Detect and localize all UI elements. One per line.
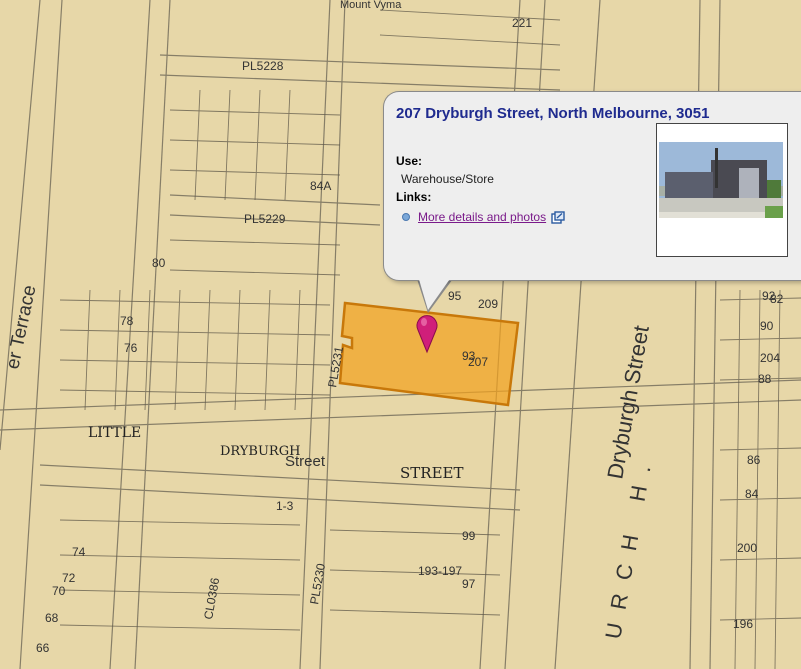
house-number: 80 — [152, 256, 166, 270]
house-number: 204 — [760, 351, 780, 365]
more-details-link[interactable]: More details and photos — [418, 210, 546, 224]
use-label: Use: — [396, 154, 423, 168]
house-number: 68 — [45, 611, 59, 625]
house-number: 209 — [478, 297, 498, 311]
plan-label: PL5228 — [242, 59, 284, 73]
popup-title: 207 Dryburgh Street, North Melbourne, 30… — [396, 105, 710, 122]
bullet-icon — [402, 213, 410, 221]
house-number: 78 — [120, 314, 134, 328]
house-number: 84A — [310, 179, 331, 193]
house-number: 221 — [512, 16, 532, 30]
property-photo[interactable] — [656, 123, 788, 257]
popup-tail — [418, 276, 452, 310]
street-caps-label: STREET — [400, 464, 463, 482]
house-number: 66 — [36, 641, 50, 655]
house-number: 193-197 — [418, 564, 462, 578]
external-link-icon[interactable] — [551, 210, 565, 224]
house-number: 72 — [62, 571, 76, 585]
house-number: 86 — [747, 453, 761, 467]
plan-label: PL5229 — [244, 212, 286, 226]
links-label: Links: — [396, 190, 432, 204]
link-row: More details and photos — [402, 210, 565, 224]
house-number: 74 — [72, 545, 86, 559]
house-number: 99 — [462, 529, 476, 543]
house-number: 92 — [762, 289, 776, 303]
house-number: 1-3 — [276, 499, 294, 513]
building-photo-icon — [657, 124, 785, 254]
house-number: 93 — [462, 349, 476, 363]
house-number: 90 — [760, 319, 774, 333]
street-old-label: Street — [285, 453, 326, 470]
house-number: 97 — [462, 577, 476, 591]
little-street-label: LITTLE — [88, 425, 141, 441]
house-number: 70 — [52, 584, 66, 598]
house-number: 88 — [758, 372, 772, 386]
house-number: 200 — [737, 541, 757, 555]
use-value: Warehouse/Store — [401, 172, 494, 186]
house-number: 196 — [733, 617, 753, 631]
house-number: 76 — [124, 341, 138, 355]
house-number: 84 — [745, 487, 759, 501]
mount-vyma-label: Mount Vyma — [340, 0, 402, 11]
info-popup: 207 Dryburgh Street, North Melbourne, 30… — [383, 91, 801, 281]
